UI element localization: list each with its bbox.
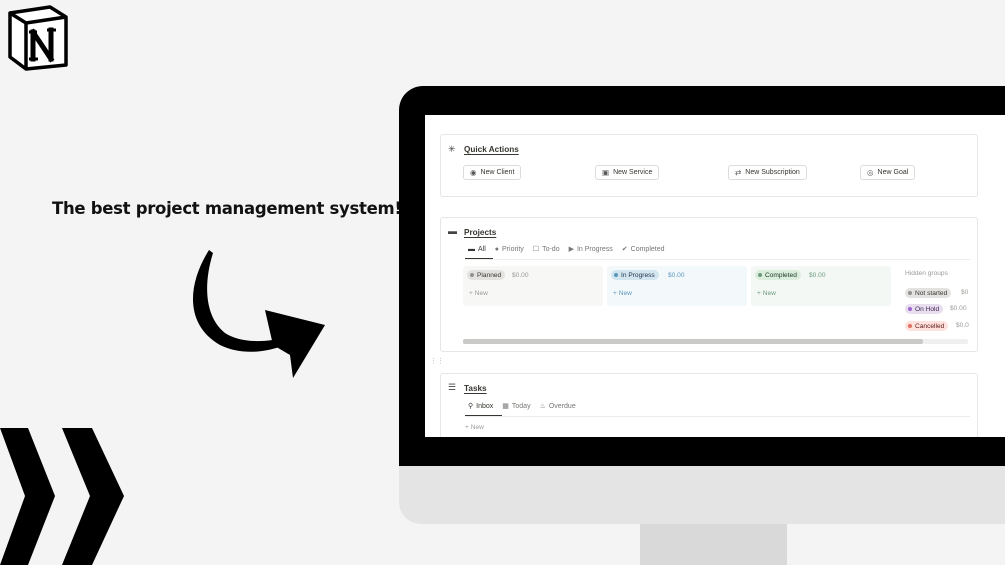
- drag-handle-icon[interactable]: ⋮⋮: [430, 357, 444, 365]
- tab-priority-label: Priority: [502, 245, 524, 253]
- new-goal-button[interactable]: ◎ New Goal: [860, 165, 916, 180]
- new-subscription-button[interactable]: ⇄ New Subscription: [728, 165, 807, 180]
- hidden-group-cancelled[interactable]: Cancelled: [905, 321, 949, 331]
- tab-to-do-label: To-do: [542, 245, 560, 253]
- tab-completed[interactable]: ✔ Completed: [621, 245, 665, 254]
- status-badge-completed[interactable]: Completed: [755, 270, 801, 280]
- planned-new-button[interactable]: + New: [469, 290, 488, 297]
- status-badge-planned[interactable]: Planned: [467, 270, 506, 280]
- planned-sum: $0.00: [512, 272, 529, 279]
- inbox-icon: ⚲: [468, 403, 474, 410]
- hidden-group-not-started[interactable]: Not started: [905, 288, 952, 298]
- tab-in-progress[interactable]: ▶ In Progress: [568, 245, 613, 254]
- hidden-group-on-hold[interactable]: On Hold: [905, 304, 944, 314]
- checklist-icon: ☰: [448, 382, 457, 392]
- tab-inbox-label: Inbox: [476, 402, 494, 410]
- board-scrollbar-thumb[interactable]: [463, 339, 923, 344]
- cancelled-sum: $0.0: [956, 322, 969, 329]
- new-subscription-label: New Subscription: [745, 169, 800, 176]
- on-hold-sum: $0.00: [950, 305, 967, 312]
- projects-tabs: ▬ All ● Priority ☐ To-do ▶ In Progress ✔ Comp…: [468, 245, 665, 254]
- tasks-new-label: New: [470, 424, 484, 431]
- new-client-label: New Client: [480, 169, 515, 176]
- not-started-sum: $0: [961, 289, 969, 296]
- folder-icon: ▬: [448, 226, 457, 236]
- target-icon: ◎: [867, 168, 874, 177]
- tab-all[interactable]: ▬ All: [468, 245, 486, 253]
- notion-logo: [8, 5, 68, 71]
- status-badge-in-progress[interactable]: In Progress: [611, 270, 659, 280]
- completed-new-label: New: [762, 290, 776, 297]
- tasks-card: ☰ Tasks ⚲ Inbox ▦ Today ♨ Overdue: [440, 373, 978, 437]
- sparkle-icon: ✳: [448, 144, 456, 154]
- tab-priority[interactable]: ● Priority: [495, 245, 524, 253]
- quick-actions-card: ✳ Quick Actions ◉ New Client ▣ New Servi…: [440, 134, 978, 197]
- new-service-button[interactable]: ▣ New Service: [595, 165, 660, 180]
- planned-label: Planned: [477, 271, 502, 279]
- new-goal-label: New Goal: [877, 169, 909, 176]
- tab-completed-label: Completed: [630, 245, 665, 253]
- tasks-tabs: ⚲ Inbox ▦ Today ♨ Overdue: [468, 402, 576, 411]
- in-progress-new-button[interactable]: + New: [613, 290, 632, 297]
- cancelled-label: Cancelled: [915, 322, 945, 330]
- repeat-icon: ⇄: [735, 168, 742, 177]
- tab-divider: [465, 259, 970, 260]
- curved-arrow-icon: [192, 250, 325, 378]
- box-icon: ▣: [602, 168, 610, 177]
- headline: The best project management system!: [52, 199, 402, 218]
- monitor-chin: [399, 460, 1005, 524]
- play-icon: ▶: [568, 246, 574, 253]
- completed-sum: $0.00: [809, 272, 826, 279]
- tab-to-do[interactable]: ☐ To-do: [532, 245, 560, 254]
- tab-today[interactable]: ▦ Today: [502, 402, 531, 411]
- checkbox-icon: ☐: [532, 246, 540, 253]
- tasks-title[interactable]: Tasks: [464, 384, 487, 393]
- chevrons-right-icon: [0, 428, 124, 565]
- monitor-stand: [640, 520, 787, 565]
- check-circle-icon: ✔: [621, 246, 628, 253]
- quick-actions-title[interactable]: Quick Actions: [464, 145, 519, 154]
- board-column-completed: Completed $0.00 + New: [751, 266, 891, 306]
- tasks-tab-divider: [465, 416, 970, 417]
- calendar-icon: ▦: [502, 403, 509, 410]
- projects-title[interactable]: Projects: [464, 228, 496, 237]
- new-client-button[interactable]: ◉ New Client: [463, 165, 522, 180]
- projects-card: ▬ Projects ▬ All ● Priority ☐ To-do ▶ In Pro…: [440, 217, 978, 352]
- board-column-planned: Planned $0.00 + New: [463, 266, 603, 306]
- new-service-label: New Service: [613, 169, 653, 176]
- in-progress-sum: $0.00: [668, 272, 685, 279]
- tab-overdue[interactable]: ♨ Overdue: [539, 402, 576, 411]
- tab-all-label: All: [478, 245, 486, 253]
- person-icon: ◉: [470, 168, 477, 177]
- in-progress-label: In Progress: [621, 271, 655, 279]
- not-started-label: Not started: [915, 289, 948, 297]
- folder-icon: ▬: [468, 245, 475, 253]
- fire-icon: ♨: [539, 403, 546, 410]
- in-progress-new-label: New: [618, 290, 632, 297]
- board-column-in-progress: In Progress $0.00 + New: [607, 266, 747, 306]
- on-hold-label: On Hold: [915, 305, 940, 313]
- alert-icon: ●: [494, 245, 500, 253]
- completed-new-button[interactable]: + New: [757, 290, 776, 297]
- tab-inbox[interactable]: ⚲ Inbox: [468, 402, 494, 411]
- tab-in-progress-label: In Progress: [576, 245, 613, 253]
- tab-overdue-label: Overdue: [548, 402, 576, 410]
- completed-label: Completed: [765, 271, 797, 279]
- notion-screen: ✳ Quick Actions ◉ New Client ▣ New Servi…: [425, 115, 1005, 437]
- planned-new-label: New: [474, 290, 488, 297]
- tasks-new-button[interactable]: + New: [465, 424, 484, 431]
- tab-today-label: Today: [511, 402, 531, 410]
- hidden-groups-label: Hidden groups: [905, 270, 948, 277]
